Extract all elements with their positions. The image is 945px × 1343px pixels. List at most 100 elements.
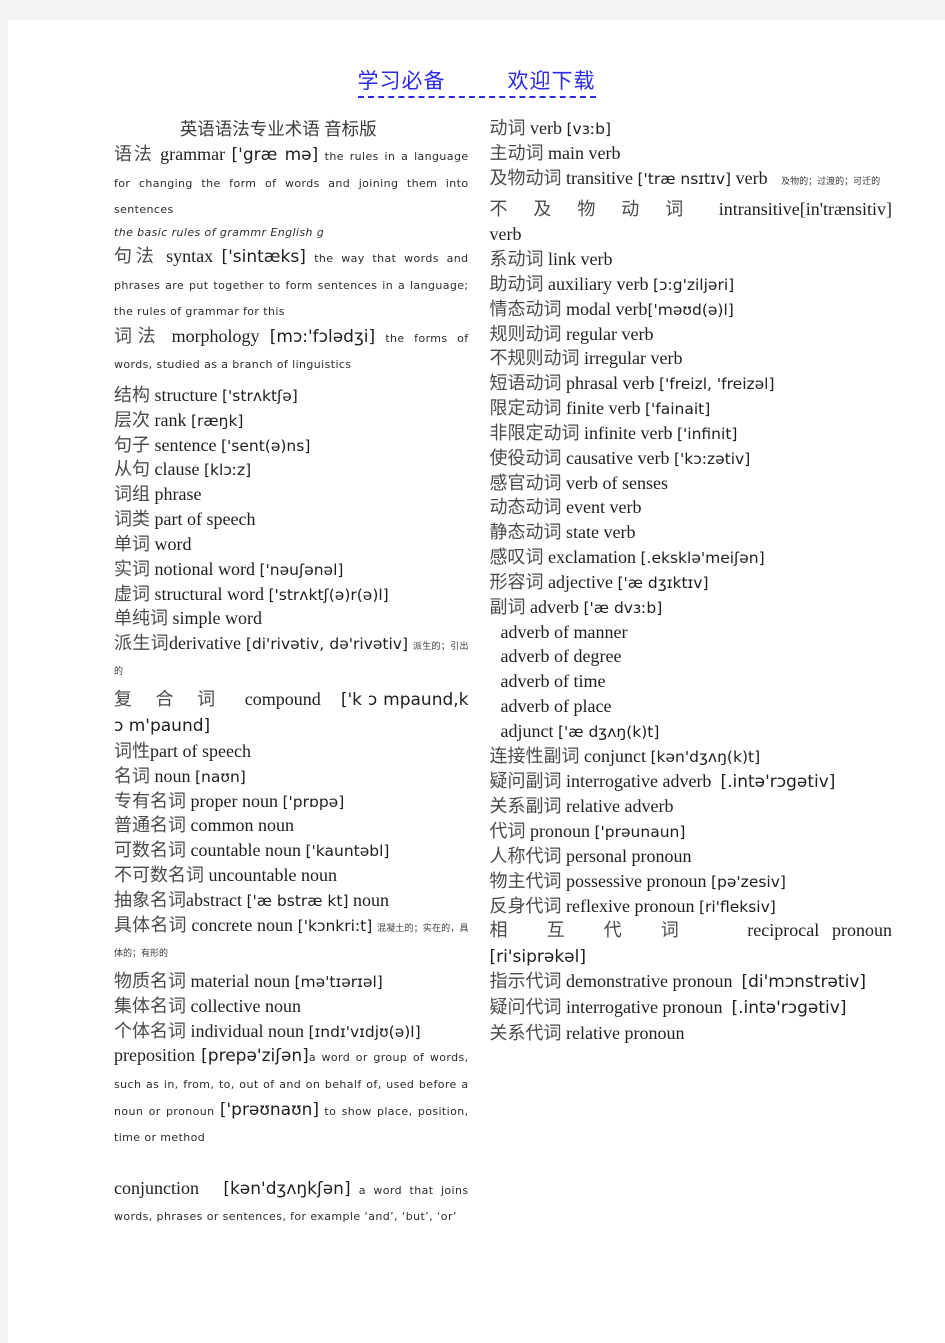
entry-state-verb: 静态动词 state verb (490, 520, 893, 545)
entry-auxiliary-verb: 助动词 auxiliary verb [ɔ:g'ziljəri] (490, 272, 893, 297)
note-grammar-basic-rules: the basic rules of grammr English g (114, 225, 325, 239)
term-chinese: 可数名词 (114, 840, 186, 861)
term-english: exclamation (548, 547, 636, 568)
term-chinese: 动词 (489, 118, 526, 138)
entry-demonstrative-pronoun: 指示代词 demonstrative pronoun [di'mɔnstrəti… (490, 969, 893, 995)
term-chinese: 相 互 代 词 (489, 920, 697, 941)
term-english: structure (154, 384, 218, 405)
term-english: transitive (566, 167, 633, 188)
term-chinese: 助动词 (489, 273, 544, 294)
term-english: adverb of degree (500, 646, 622, 667)
entry-compound: 复 合 词 compound ['k ɔ mpaund,k ɔ m'paund] (114, 687, 469, 739)
term-ipa: ['kauntəbl] (305, 842, 390, 861)
entry-exclamation: 感叹词 exclamation [.eksklə'meiʃən] (490, 545, 893, 570)
term-ipa: ['prɒpə] (282, 792, 345, 811)
entry-countable-noun: 可数名词 countable noun ['kauntəbl] (114, 838, 469, 863)
term-chinese: 不 及 物 动 词 (489, 198, 694, 219)
term-definition-italic2: on behalf of (305, 1078, 378, 1091)
term-definition-part2: and (274, 1078, 306, 1091)
term-english: adverb of manner (500, 621, 628, 642)
term-ipa: ['græ mə] (231, 145, 319, 165)
entry-adjunct: adjunct ['æ dʒʌŋ(k)t] (490, 719, 893, 744)
term-english-tail: verb (735, 167, 768, 188)
entry-adjective: 形容词 adjective ['æ dʒɪktɪv] (490, 570, 893, 595)
term-ipa: [di'mɔnstrətiv] (741, 972, 867, 993)
term-ipa: [ɔ:g'ziljəri] (652, 275, 735, 294)
term-chinese: 非限定动词 (489, 422, 580, 443)
entry-sentence: 句子 sentence ['sent(ə)ns] (114, 433, 469, 458)
term-ipa: [prepə'ziʃən] (201, 1046, 309, 1067)
term-english: causative verb (566, 447, 670, 468)
term-chinese: 关系代词 (489, 1023, 562, 1044)
term-ipa: [ɪndɪ'vɪdjʊ(ə)l] (308, 1022, 421, 1041)
entry-adverb-of-time: adverb of time (490, 669, 893, 694)
linguistics-link[interactable]: linguistics (292, 358, 351, 371)
term-definition-italic1: in, from, to, out of (163, 1078, 275, 1091)
term-chinese: 及物动词 (489, 167, 562, 188)
entry-noun: 名词 noun [naʊn] (114, 764, 469, 789)
term-chinese: 层次 (114, 409, 150, 430)
term-chinese: 派生词 (114, 633, 169, 654)
entry-clause: 从句 clause [klɔːz] (114, 457, 469, 482)
term-chinese: 实词 (114, 558, 150, 579)
term-english: verb of senses (566, 472, 668, 493)
term-english: regular verb (566, 323, 654, 344)
term-chinese: 形容词 (489, 571, 544, 592)
term-chinese: 语法 (114, 144, 154, 164)
entry-concrete-noun: 具体名词 concrete noun ['kɔnkri:t] 混凝土的；实在的，… (114, 913, 469, 963)
term-ipa: [naʊn] (195, 767, 246, 786)
entry-interrogative-pronoun: 疑问代词 interrogative pronoun [.intə'rɔgəti… (490, 995, 893, 1021)
term-ipa: ['æ bstræ kt] (246, 891, 349, 910)
term-chinese: 句子 (114, 434, 150, 455)
entry-grammar: 语法 grammar ['græ mə] the rules in a lang… (114, 142, 469, 222)
entry-notional-word: 实词 notional word ['nəuʃənəl] (114, 557, 469, 582)
term-ipa: ['nəuʃənəl] (259, 560, 344, 579)
term-chinese: 动态动词 (489, 497, 562, 518)
term-ipa: ['æ dvɜːb] (583, 598, 663, 617)
entry-collective-noun: 集体名词 collective noun (114, 994, 469, 1019)
term-ipa: ['æ dʒɪktɪv] (617, 573, 709, 592)
entry-uncountable-noun: 不可数名词 uncountable noun (114, 863, 469, 888)
term-english: event verb (566, 497, 642, 518)
right-column: 动词 verb [vɜːb] 主动词 main verb 及物动词 transi… (477, 116, 938, 1229)
term-chinese: 感叹词 (489, 547, 544, 568)
entry-verb: 动词 verb [vɜːb] (490, 116, 893, 141)
term-chinese: 物主代词 (489, 870, 562, 891)
term-ipa: [ri'siprəkəl] (489, 946, 587, 967)
term-english: link verb (548, 249, 613, 270)
watermark-left-text: 学习必备 (357, 69, 446, 93)
term-english: adverb of time (500, 671, 606, 692)
term-english: sentence (154, 434, 217, 455)
term-english: state verb (566, 522, 636, 543)
page-title: 英语语法专业术语 音标版 (179, 119, 377, 139)
term-ipa: [ri'fleksiv] (698, 897, 776, 916)
entry-modal-verb: 情态动词 modal verb['məʊd(ə)l] (490, 297, 893, 322)
term-english: reciprocal pronoun (747, 920, 893, 941)
term-chinese: 静态动词 (489, 522, 562, 543)
entry-morphology: 词法 morphology [mɔ:'fɔlədʒi] the forms of… (114, 324, 469, 377)
term-ipa: ['sintæks] (221, 247, 306, 268)
entry-conjunction: conjunction [kən'dʒʌŋkʃən] a word that j… (114, 1176, 469, 1229)
term-chinese: 代词 (489, 821, 526, 842)
term-ipa: [mɔ:'fɔlədʒi] (269, 326, 376, 347)
term-chinese: 词类 (114, 509, 150, 530)
term-english: conjunct (584, 745, 646, 766)
term-english: grammar (160, 144, 226, 164)
term-chinese: 不规则动词 (489, 348, 580, 369)
term-english: adjunct (500, 720, 554, 741)
term-ipa: [di'rivətiv, də'rivətiv] (245, 635, 409, 654)
term-chinese: 副词 (489, 596, 526, 617)
term-chinese: 词性 (114, 740, 150, 761)
term-english: demonstrative pronoun (566, 971, 733, 992)
term-english: clause (154, 459, 200, 480)
term-ipa: ['fainait] (644, 400, 711, 419)
term-english: material noun (190, 970, 290, 991)
term-chinese: 使役动词 (489, 447, 562, 468)
term-english: rank (154, 409, 187, 430)
term-ipa: [.eksklə'meiʃən] (640, 549, 765, 568)
term-chinese: 人称代词 (489, 845, 562, 866)
two-column-body: 英语语法专业术语 音标版 语法 grammar ['græ mə] the ru… (8, 116, 945, 1229)
term-english: phrasal verb (566, 373, 655, 394)
term-ipa: ['strʌktʃə] (221, 386, 298, 405)
entry-intransitive-verb: 不 及 物 动 词 intransitive[in'trænsitiv] ver… (490, 197, 893, 247)
